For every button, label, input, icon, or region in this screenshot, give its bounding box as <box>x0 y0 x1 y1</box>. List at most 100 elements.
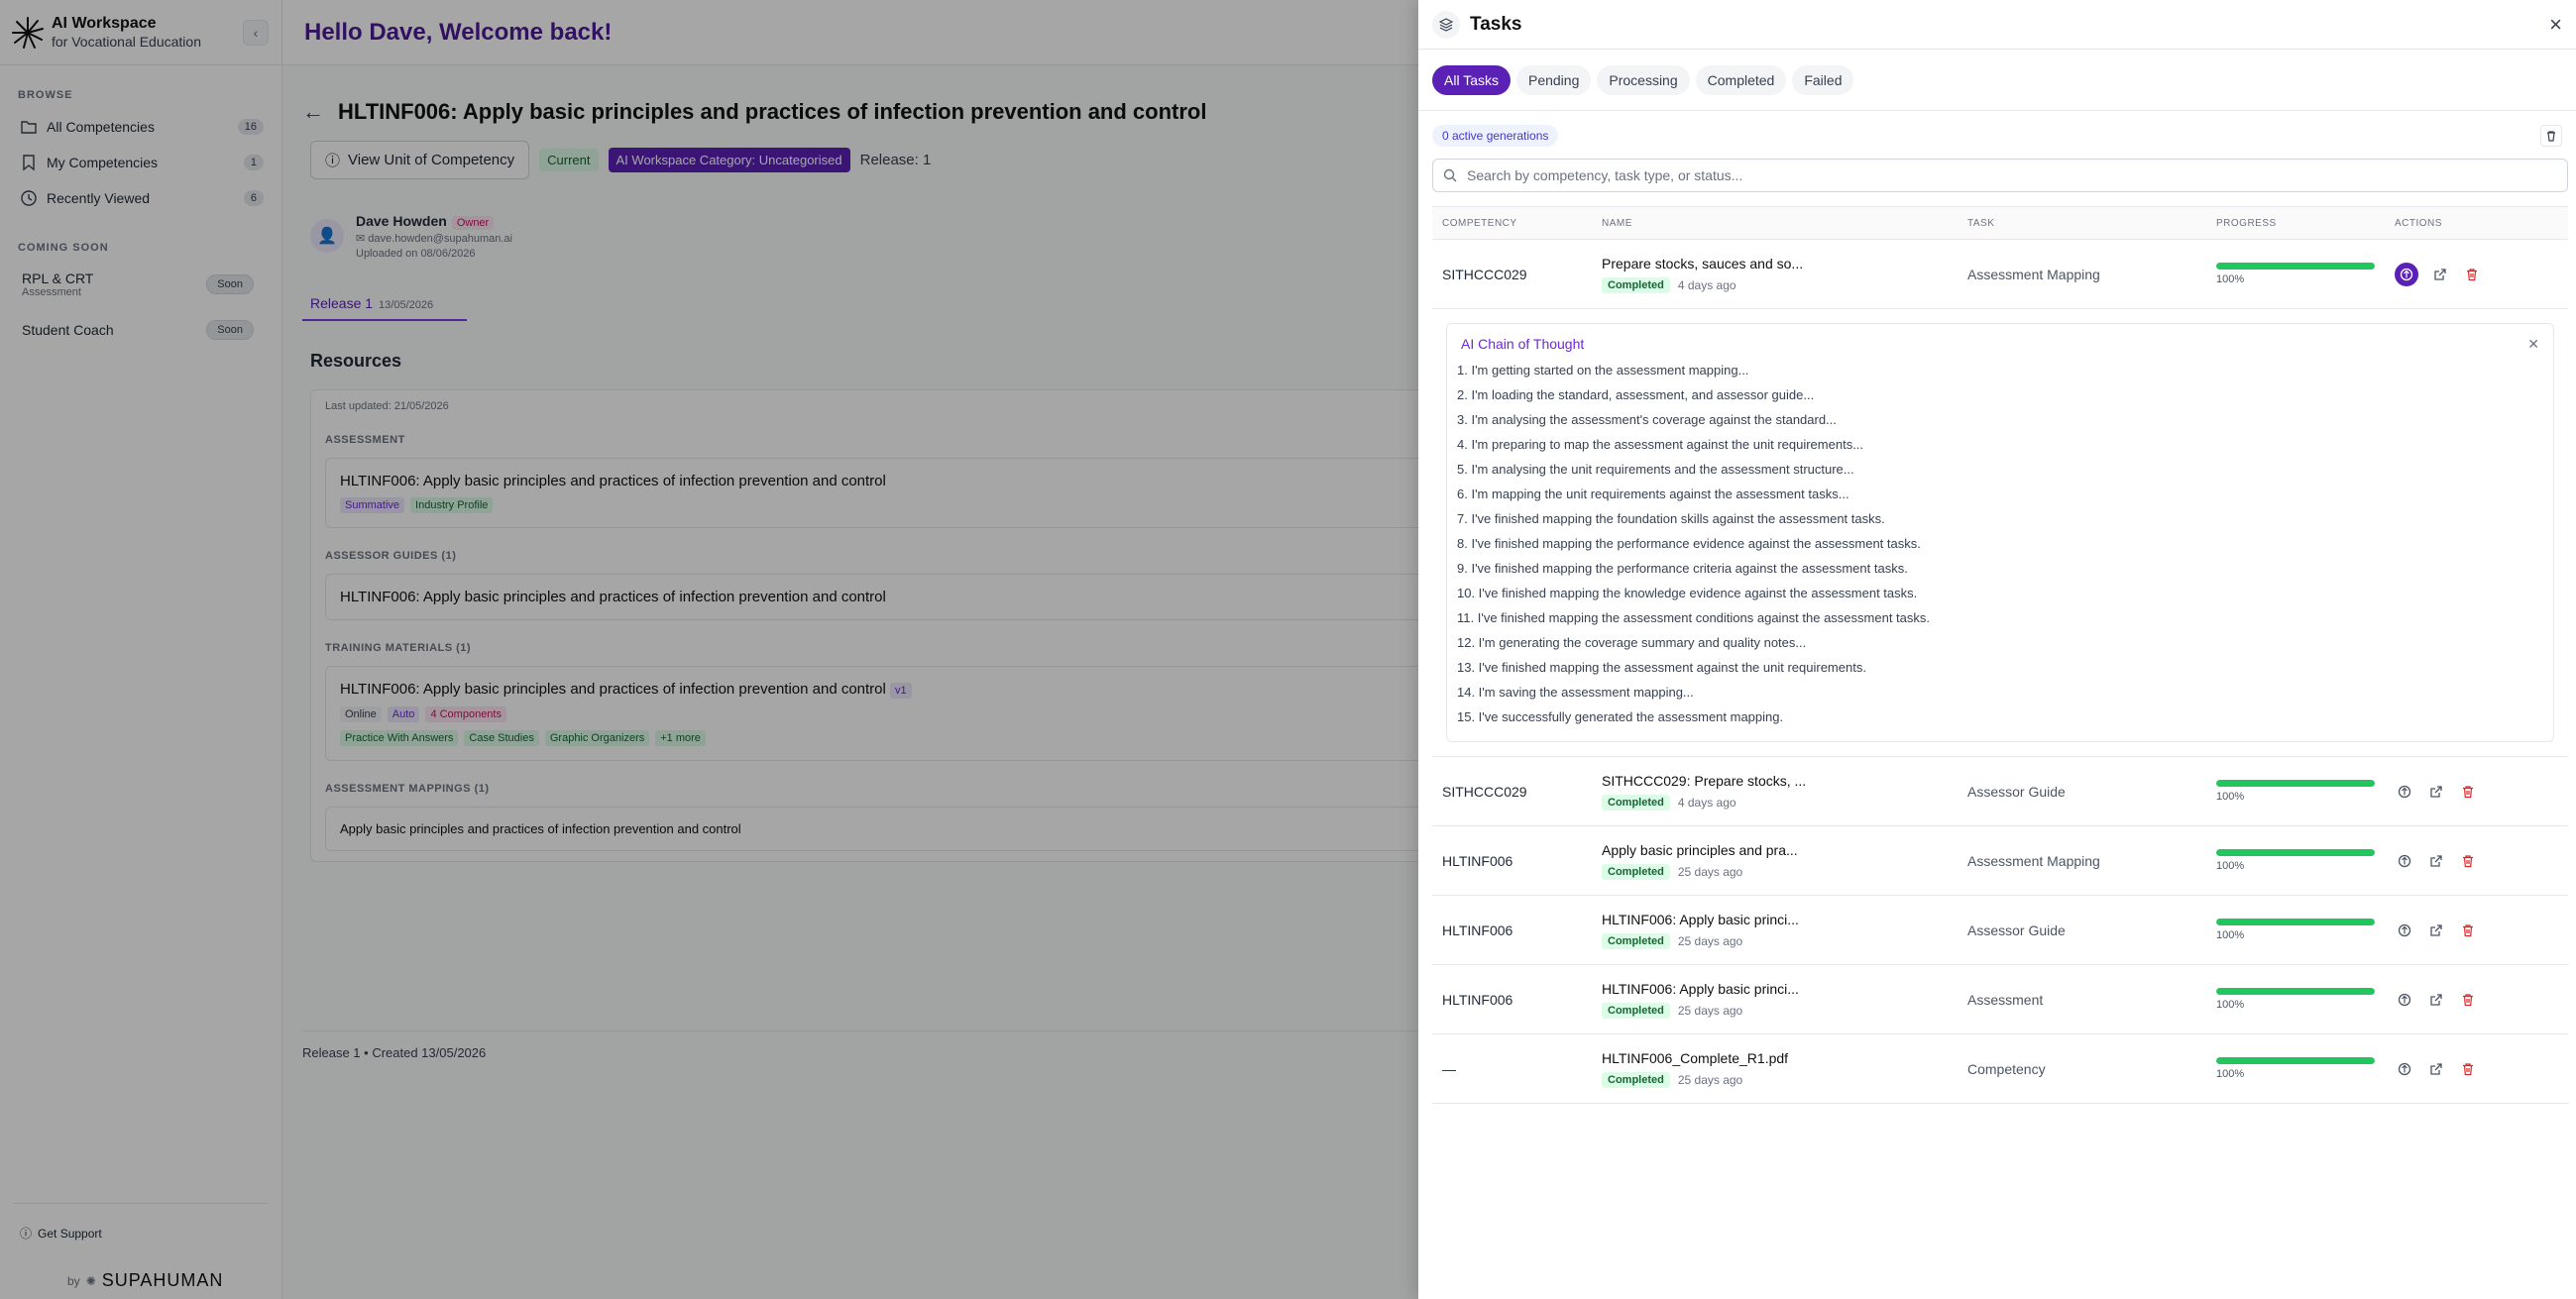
clear-tasks-trash-icon[interactable] <box>2540 125 2562 147</box>
search-icon <box>1443 168 1457 182</box>
delete-trash-icon[interactable] <box>2458 1059 2478 1079</box>
column-header-progress: PROGRESS <box>2216 217 2277 229</box>
delete-trash-icon[interactable] <box>2462 265 2482 284</box>
chain-of-thought-icon[interactable] <box>2395 782 2414 802</box>
delete-trash-icon[interactable] <box>2458 851 2478 871</box>
cot-title: AI Chain of Thought <box>1461 336 1585 352</box>
progress-fill <box>2216 849 2375 856</box>
cot-step: 4. I'm preparing to map the assessment a… <box>1457 437 1864 452</box>
cot-step: 15. I've successfully generated the asse… <box>1457 709 1784 724</box>
open-external-icon[interactable] <box>2430 265 2450 284</box>
tasks-panel: Tasks × All Tasks Pending Processing Com… <box>1418 0 2576 1299</box>
progress-fill <box>2216 263 2375 270</box>
progress-bar <box>2216 919 2375 925</box>
task-type: Competency <box>1967 1060 2046 1077</box>
cot-step: 6. I'm mapping the unit requirements aga… <box>1457 487 1849 501</box>
chain-of-thought-icon[interactable] <box>2395 1059 2414 1079</box>
active-generations-badge: 0 active generations <box>1432 125 1559 147</box>
relative-time: 25 days ago <box>1677 933 1743 948</box>
cot-step: 2. I'm loading the standard, assessment,… <box>1457 387 1815 402</box>
task-name: HLTINF006: Apply basic princi... <box>1602 911 1799 927</box>
status-badge: Completed <box>1602 863 1670 880</box>
task-name: Prepare stocks, sauces and so... <box>1602 255 1804 271</box>
tab-failed[interactable]: Failed <box>1792 64 1854 95</box>
cot-step: 13. I've finished mapping the assessment… <box>1457 660 1866 675</box>
table-row[interactable]: SITHCCC029 Prepare stocks, sauces and so… <box>1432 240 2568 309</box>
competency-cell: HLTINF006 <box>1442 852 1513 869</box>
task-filter-tabs: All Tasks Pending Processing Completed F… <box>1418 50 2576 111</box>
task-type: Assessor Guide <box>1967 921 2066 938</box>
column-header-name: NAME <box>1602 217 1632 229</box>
table-row[interactable]: HLTINF006 HLTINF006: Apply basic princi.… <box>1432 896 2568 965</box>
chain-of-thought-icon[interactable] <box>2395 920 2414 940</box>
layers-icon <box>1432 10 1460 39</box>
progress-bar <box>2216 263 2375 270</box>
cot-step: 3. I'm analysing the assessment's covera… <box>1457 412 1837 427</box>
progress-label: 100% <box>2216 929 2245 941</box>
open-external-icon[interactable] <box>2426 782 2446 802</box>
close-icon[interactable]: × <box>2549 12 2562 38</box>
open-external-icon[interactable] <box>2426 1059 2446 1079</box>
chain-of-thought-icon[interactable] <box>2395 851 2414 871</box>
progress-bar <box>2216 988 2375 995</box>
tab-completed[interactable]: Completed <box>1695 64 1787 95</box>
competency-cell: — <box>1442 1060 1456 1077</box>
progress-fill <box>2216 780 2375 787</box>
cot-step: 12. I'm generating the coverage summary … <box>1457 635 1807 650</box>
open-external-icon[interactable] <box>2426 851 2446 871</box>
table-header: COMPETENCY NAME TASK PROGRESS ACTIONS <box>1432 206 2568 240</box>
cot-step: 14. I'm saving the assessment mapping... <box>1457 685 1694 700</box>
chain-of-thought-icon[interactable] <box>2395 990 2414 1010</box>
chain-of-thought-panel: AI Chain of Thought ✕ 1. I'm getting sta… <box>1432 309 2568 757</box>
cot-step: 11. I've finished mapping the assessment… <box>1457 610 1931 625</box>
delete-trash-icon[interactable] <box>2458 782 2478 802</box>
table-row[interactable]: HLTINF006 HLTINF006: Apply basic princi.… <box>1432 965 2568 1034</box>
tab-processing[interactable]: Processing <box>1597 64 1690 95</box>
status-badge: Completed <box>1602 276 1670 293</box>
task-type: Assessment Mapping <box>1967 852 2100 869</box>
cot-steps-list: 1. I'm getting started on the assessment… <box>1457 358 2539 729</box>
chain-of-thought-card: AI Chain of Thought ✕ 1. I'm getting sta… <box>1446 323 2554 742</box>
tab-pending[interactable]: Pending <box>1515 64 1592 95</box>
cot-step: 9. I've finished mapping the performance… <box>1457 561 1908 576</box>
cot-step: 7. I've finished mapping the foundation … <box>1457 511 1885 526</box>
column-header-actions: ACTIONS <box>2395 217 2442 229</box>
tasks-header: Tasks × <box>1418 0 2576 50</box>
relative-time: 4 days ago <box>1677 277 1736 292</box>
open-external-icon[interactable] <box>2426 920 2446 940</box>
close-icon[interactable]: ✕ <box>2527 336 2539 353</box>
chain-of-thought-icon[interactable] <box>2395 262 2418 286</box>
search-input[interactable] <box>1467 167 2557 183</box>
progress-label: 100% <box>2216 860 2245 872</box>
relative-time: 4 days ago <box>1677 795 1736 810</box>
progress-bar <box>2216 1057 2375 1064</box>
delete-trash-icon[interactable] <box>2458 990 2478 1010</box>
cot-step: 5. I'm analysing the unit requirements a… <box>1457 462 1854 477</box>
table-row[interactable]: SITHCCC029 SITHCCC029: Prepare stocks, .… <box>1432 757 2568 826</box>
relative-time: 25 days ago <box>1677 1072 1743 1087</box>
status-badge: Completed <box>1602 932 1670 949</box>
table-row[interactable]: HLTINF006 Apply basic principles and pra… <box>1432 826 2568 896</box>
open-external-icon[interactable] <box>2426 990 2446 1010</box>
tab-all-tasks[interactable]: All Tasks <box>1432 64 1511 95</box>
progress-bar <box>2216 849 2375 856</box>
modal-backdrop[interactable] <box>0 0 1418 1299</box>
relative-time: 25 days ago <box>1677 1003 1743 1018</box>
table-row[interactable]: — HLTINF006_Complete_R1.pdf Completed 25… <box>1432 1034 2568 1104</box>
column-header-competency: COMPETENCY <box>1442 217 1517 229</box>
task-name: HLTINF006: Apply basic princi... <box>1602 980 1799 997</box>
status-badge: Completed <box>1602 794 1670 811</box>
progress-fill <box>2216 988 2375 995</box>
competency-cell: HLTINF006 <box>1442 921 1513 938</box>
progress-fill <box>2216 919 2375 925</box>
delete-trash-icon[interactable] <box>2458 920 2478 940</box>
task-type: Assessment Mapping <box>1967 266 2100 282</box>
progress-label: 100% <box>2216 273 2245 285</box>
status-badge: Completed <box>1602 1071 1670 1088</box>
competency-cell: SITHCCC029 <box>1442 783 1527 800</box>
progress-label: 100% <box>2216 999 2245 1011</box>
cot-step: 10. I've finished mapping the knowledge … <box>1457 586 1918 600</box>
task-name: Apply basic principles and pra... <box>1602 841 1798 858</box>
cot-step: 8. I've finished mapping the performance… <box>1457 536 1921 551</box>
progress-label: 100% <box>2216 1068 2245 1080</box>
